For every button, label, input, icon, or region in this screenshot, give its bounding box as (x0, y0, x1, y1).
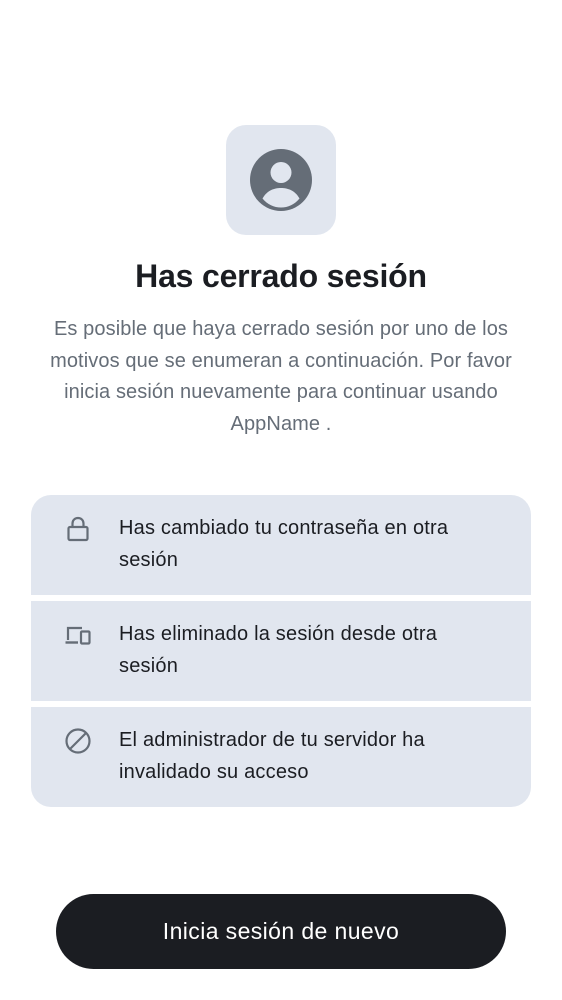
user-avatar-icon (250, 149, 312, 211)
reason-text: Has eliminado la sesión desde otra sesió… (119, 623, 438, 677)
reason-text: El administrador de tu servidor ha inval… (119, 729, 425, 783)
page-title: Has cerrado sesión (135, 258, 427, 294)
sign-in-again-button[interactable]: Inicia sesión de nuevo (56, 894, 506, 969)
reason-item-password-changed: Has cambiado tu contraseña en otra sesió… (31, 495, 531, 595)
reason-item-access-revoked: El administrador de tu servidor ha inval… (31, 707, 531, 807)
header-icon-container (226, 125, 336, 235)
devices-icon (65, 626, 91, 645)
reasons-list: Has cambiado tu contraseña en otra sesió… (31, 495, 531, 807)
block-icon (65, 728, 91, 754)
lock-icon (67, 516, 89, 542)
page-description: Es posible que haya cerrado sesión por u… (50, 318, 512, 435)
reason-item-session-removed: Has eliminado la sesión desde otra sesió… (31, 601, 531, 701)
reason-text: Has cambiado tu contraseña en otra sesió… (119, 517, 449, 571)
